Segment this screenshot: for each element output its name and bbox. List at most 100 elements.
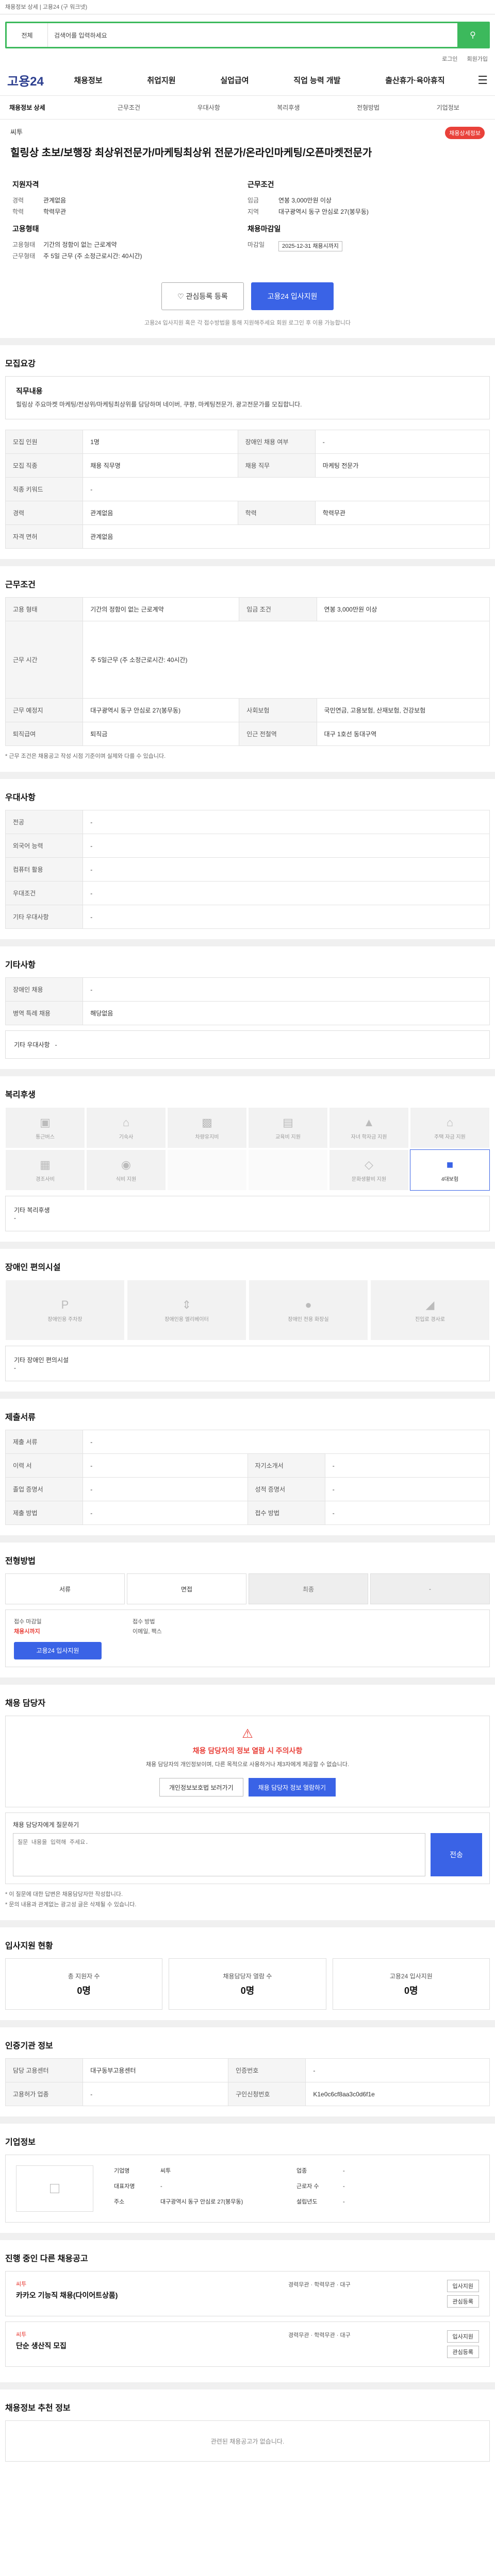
- tab-preference[interactable]: 우대사항: [169, 103, 249, 112]
- summary-label: 근무형태: [12, 252, 36, 260]
- summary-label: 임금: [248, 197, 259, 204]
- other-value: -: [55, 1041, 57, 1048]
- summary-value: 학력무관: [43, 208, 67, 215]
- search-input[interactable]: 검색어를 입력하세요: [48, 31, 457, 40]
- summary-label: 고용형태: [12, 241, 36, 248]
- facility-item: ● 장애인 전용 화장실: [249, 1280, 368, 1341]
- graduation-icon: ▲: [363, 1115, 375, 1129]
- job-apply-button[interactable]: 입사지원: [447, 2280, 479, 2292]
- apply-button[interactable]: 고용24 입사지원: [251, 282, 334, 310]
- status-badge: 채용상세정보: [445, 127, 485, 139]
- summary-label: 지역: [248, 208, 259, 215]
- process-step: 면접: [127, 1573, 246, 1604]
- privacy-law-button[interactable]: 개인정보보호법 보러가기: [159, 1778, 243, 1797]
- callout-title: 채용 담당자의 정보 열람 시 주의사항: [192, 1747, 303, 1755]
- ticket-icon: ◇: [365, 1158, 373, 1171]
- shield-icon: ■: [446, 1158, 454, 1171]
- welfare-item-active: ■ 4대보험: [410, 1149, 490, 1191]
- stat-card: 총 지원자 수 0명: [5, 1958, 163, 2010]
- tab-conditions[interactable]: 근무조건: [89, 103, 169, 112]
- tab-welfare[interactable]: 복리후생: [249, 103, 328, 112]
- gnb-item[interactable]: 출산휴가·육아휴직: [385, 75, 444, 86]
- recruit-table: 모집 인원 1명 장애인 채용 여부 - 모집 직종 채용 직무명 채용 직무 마케팅 전문…: [5, 430, 490, 549]
- welfare-item: ◉ 식비 지원: [86, 1149, 166, 1191]
- summary-heading: 지원자격: [12, 180, 39, 189]
- section-title: 제출서류: [5, 1413, 36, 1422]
- top-note: 채용정보 상세 | 고용24 (구 워크넷): [0, 0, 495, 14]
- other-label: 기타 우대사항: [14, 1041, 50, 1048]
- warning-icon: ⚠: [242, 1727, 253, 1741]
- tab-company[interactable]: 기업정보: [408, 103, 488, 112]
- company-name: 씨투: [10, 128, 23, 136]
- footnote: * 근무 조건은 채용공고 작성 시점 기준이며 실제와 다를 수 있습니다.: [5, 753, 166, 759]
- section-title: 진행 중인 다른 채용공고: [5, 2255, 88, 2263]
- process-step: 서류: [5, 1573, 125, 1604]
- section-title: 복리후생: [5, 1091, 36, 1099]
- section-title: 우대사항: [5, 793, 36, 802]
- contact-callout: ⚠ 채용 담당자의 정보 열람 시 주의사항 채용 담당자의 개인정보이며, 다…: [5, 1716, 490, 1807]
- job-apply-button[interactable]: 입사지원: [447, 2330, 479, 2343]
- apply-notice: 고용24 입사지원 혹은 각 접수방법을 통해 지원해주세요 회원 로그인 후 …: [144, 320, 351, 326]
- welfare-item: ▤ 교육비 지원: [248, 1107, 328, 1148]
- section-title: 모집요강: [5, 360, 36, 368]
- restroom-icon: ●: [305, 1298, 312, 1311]
- login-link[interactable]: 로그인: [442, 55, 457, 63]
- house-icon: ⌂: [446, 1115, 454, 1129]
- other-table: 장애인 채용 - 병역 특례 채용 해당없음: [5, 977, 490, 1025]
- like-label: 관심등록 등록: [186, 292, 228, 300]
- job-card[interactable]: 씨투 단순 생산직 모집 경력무관 · 학력무관 · 대구 입사지원 관심등록: [5, 2321, 490, 2367]
- send-button[interactable]: 전송: [431, 1833, 482, 1876]
- section-title: 채용정보 추천 정보: [5, 2404, 71, 2413]
- welfare-item-empty: [167, 1149, 247, 1191]
- summary-value: 기간의 정함이 없는 근로계약: [43, 241, 117, 248]
- section-title: 기업정보: [5, 2138, 36, 2147]
- facility-grid: P 장애인용 주차장 ⇕ 장애인용 엘리베이터 ● 장애인 전용 화장실 ◢ 진입로 경…: [5, 1280, 490, 1341]
- view-contact-button[interactable]: 채용 담당자 정보 열람하기: [248, 1778, 336, 1797]
- site-logo[interactable]: 고용24: [7, 71, 52, 89]
- gnb-item[interactable]: 채용정보: [74, 75, 102, 86]
- question-note: * 문의 내용과 관계없는 광고성 글은 삭제될 수 있습니다.: [5, 1902, 137, 1908]
- registry-table: 담당 고용센터 대구동부고용센터 인증번호 - 고용허가 업종 - 구인신청번호 K1e0c…: [5, 2058, 490, 2106]
- process-apply-button[interactable]: 고용24 입사지원: [14, 1642, 102, 1659]
- signup-link[interactable]: 회원가입: [467, 55, 488, 63]
- summary-heading: 채용마감일: [248, 225, 281, 233]
- gnb-item[interactable]: 실업급여: [220, 75, 249, 86]
- summary-heading: 근무조건: [248, 180, 274, 189]
- facility-item: ⇕ 장애인용 엘리베이터: [127, 1280, 246, 1341]
- facility-extra-label: 기타 장애인 편의시설: [14, 1357, 69, 1364]
- job-card[interactable]: 씨투 카카오 기능직 채용(다이어트상품) 경력무관 · 학력무관 · 대구 입사…: [5, 2271, 490, 2316]
- tab-process[interactable]: 전형방법: [328, 103, 408, 112]
- process-step: 최종: [249, 1573, 368, 1604]
- search-icon[interactable]: ⚲: [457, 23, 488, 47]
- welfare-item: ▣ 통근버스: [5, 1107, 85, 1148]
- summary-value: 대구광역시 동구 안심로 27(봉무동): [278, 208, 369, 215]
- section-title: 입사지원 현황: [5, 1942, 53, 1951]
- elevator-icon: ⇕: [182, 1298, 192, 1311]
- summary-value: 연봉 3,000만원 이상: [278, 197, 332, 204]
- welfare-item: ▲ 자녀 학자금 지원: [329, 1107, 409, 1148]
- section-title: 채용 담당자: [5, 1699, 46, 1708]
- preference-table: 전공 - 외국어 능력 - 컴퓨터 활용 - 우대조건 - 기타 우대사항 -: [5, 810, 490, 929]
- menu-icon[interactable]: ☰: [467, 74, 488, 87]
- search-bar[interactable]: 전체 검색어를 입력하세요 ⚲: [5, 22, 490, 48]
- welfare-extra-value: -: [14, 1214, 16, 1222]
- job-like-button[interactable]: 관심등록: [447, 2295, 479, 2308]
- search-scope-select[interactable]: 전체: [7, 23, 48, 47]
- section-title: 인증기관 정보: [5, 2042, 53, 2050]
- method-value: 이메일, 팩스: [133, 1629, 162, 1635]
- welfare-extra-label: 기타 복리후생: [14, 1207, 50, 1214]
- welfare-item: ⌂ 주택 자금 지원: [410, 1107, 490, 1148]
- summary-label: 마감일: [248, 241, 265, 248]
- tab-detail[interactable]: 채용정보 상세: [7, 103, 89, 112]
- job-like-button[interactable]: 관심등록: [447, 2346, 479, 2358]
- gnb-item[interactable]: 직업 능력 개발: [293, 75, 340, 86]
- ramp-icon: ◢: [425, 1298, 435, 1311]
- welfare-item-empty: [248, 1149, 328, 1191]
- method-label: 접수 방법: [133, 1619, 155, 1625]
- gnb-item[interactable]: 취업지원: [147, 75, 175, 86]
- docs-table: 제출 서류 - 이력 서 - 자기소개서 - 졸업 증명서 - 성적 증명서 - 제출 방법 -…: [5, 1430, 490, 1525]
- question-input[interactable]: [13, 1833, 425, 1876]
- like-button[interactable]: ♡ 관심등록 등록: [161, 282, 244, 310]
- facility-item: P 장애인용 주차장: [5, 1280, 125, 1341]
- company-card: □ 기업명 씨투 업종 - 대표자명 - 근로자 수- 주소 대구광역시 동구 안심로 27…: [5, 2155, 490, 2223]
